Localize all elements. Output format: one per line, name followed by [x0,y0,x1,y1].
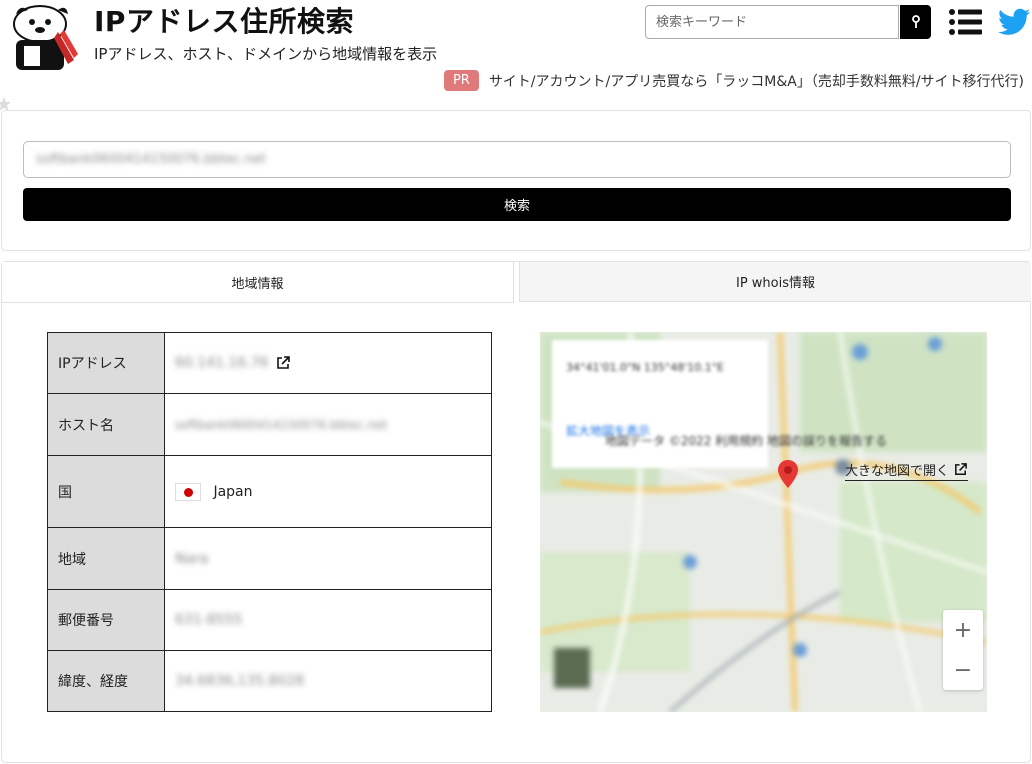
external-link-icon[interactable] [275,355,291,371]
row-label: 地域 [47,527,165,590]
open-large-map-label: 大きな地図で開く [845,464,950,479]
site-title[interactable]: IPアドレス住所検索 [94,0,354,40]
twitter-icon[interactable] [998,8,1030,36]
tab-divider [2,302,514,303]
search-button[interactable] [900,5,931,39]
site-search [645,5,931,39]
table-row: 緯度、経度 34.6836,135.8028 [47,650,492,712]
region-info-table: IPアドレス 60.141.16.76 ホスト名 softbank0600414… [47,332,492,712]
table-row: ホスト名 softbank0600414150076.bbtec.net [47,393,492,456]
coordinates-cell: 34.6836,135.8028 [164,650,492,712]
zoom-out-button[interactable]: − [943,650,983,690]
promo-text[interactable]: サイト/アカウント/アプリ売買なら「ラッコM&A」（売却手数料無料/サイト移行代… [489,71,1024,91]
postal-code-cell: 631-8555 [164,589,492,651]
site-subtitle: IPアドレス、ホスト、ドメインから地域情報を表示 [94,45,438,63]
region-cell: Nara [164,527,492,590]
table-row: 国 Japan [47,455,492,528]
open-large-map-link[interactable]: 大きな地図で開く [845,460,969,481]
row-label: 国 [47,455,165,528]
pr-badge: PR [443,70,479,91]
promo-banner[interactable]: PR サイト/アカウント/アプリ売買なら「ラッコM&A」（売却手数料無料/サイト… [443,70,1024,91]
map-zoom-controls: + − [943,610,983,690]
table-row: 地域 Nara [47,527,492,590]
map-popup-link[interactable]: 拡大地図を表示 [552,382,768,439]
site-logo [13,5,78,70]
lookup-panel: softbank0600414150076.bbtec.net 検索 [1,110,1031,251]
zoom-in-button[interactable]: + [943,610,983,650]
lookup-submit-button[interactable]: 検索 [23,188,1011,221]
country-value: Japan [213,483,253,500]
map-attribution[interactable]: 地図データ ©2022 利用規約 地図の誤りを報告する [605,432,887,449]
row-label: 郵便番号 [47,589,165,651]
row-label: 緯度、経度 [47,650,165,712]
row-label: ホスト名 [47,393,165,456]
map-popup-coords: 34°41'01.0"N 135°48'10.1"E [566,361,724,374]
host-input-value: softbank0600414150076.bbtec.net [36,152,267,167]
results-panel: 地域情報 IP whois情報 IPアドレス 60.141.16.76 ホスト名… [1,261,1031,763]
tab-ip-whois[interactable]: IP whois情報 [519,262,1031,302]
table-row: 郵便番号 631-8555 [47,589,492,651]
country-cell: Japan [164,455,492,528]
search-icon [911,15,920,28]
row-label: IPアドレス [47,332,165,394]
coordinates-value: 34.6836,135.8028 [175,673,305,689]
hamburger-menu-icon[interactable] [948,8,982,36]
embedded-map[interactable]: 34°41'01.0"N 135°48'10.1"E 拡大地図を表示 + − [540,332,987,712]
external-link-icon [955,463,967,475]
ip-address-cell: 60.141.16.76 [164,332,492,394]
region-value: Nara [175,550,209,567]
ip-address-value: 60.141.16.76 [175,355,269,371]
hostname-cell: softbank0600414150076.bbtec.net [164,393,492,456]
keyword-search-input[interactable] [645,5,899,39]
japan-flag-icon [175,482,201,501]
postal-code-value: 631-8555 [175,612,243,628]
host-input[interactable]: softbank0600414150076.bbtec.net [23,141,1011,178]
map-pin-icon[interactable] [778,460,798,488]
table-row: IPアドレス 60.141.16.76 [47,332,492,394]
tab-region-info[interactable]: 地域情報 [2,262,514,302]
hostname-value: softbank0600414150076.bbtec.net [175,417,388,432]
